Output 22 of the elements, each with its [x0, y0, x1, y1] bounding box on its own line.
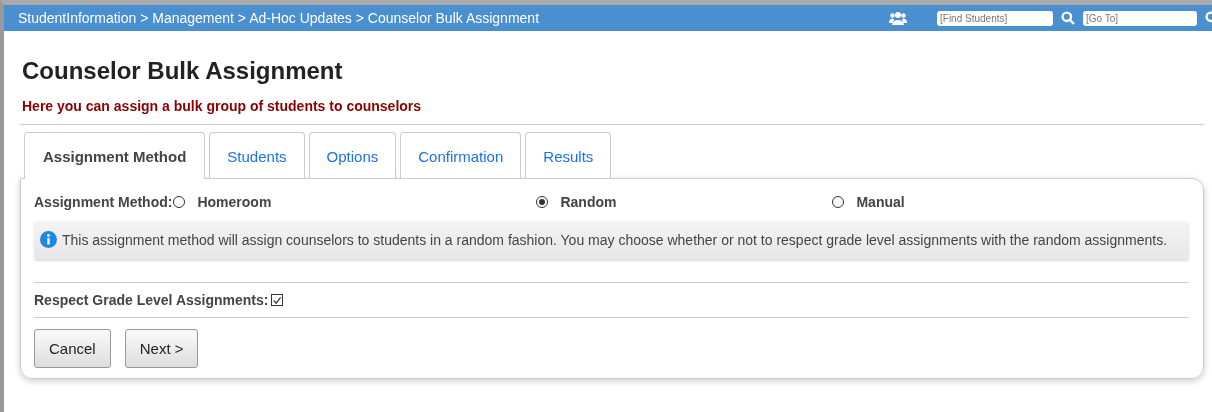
page-title: Counselor Bulk Assignment — [21, 56, 343, 86]
find-students-field[interactable]: [Find Students] — [937, 10, 1053, 26]
tab[interactable]: Confirmation — [400, 132, 522, 178]
info-icon — [40, 231, 57, 248]
search-icon[interactable] — [1061, 11, 1075, 25]
go-to-field[interactable]: [Go To] — [1083, 10, 1197, 26]
radio-label[interactable]: Homeroom — [197, 194, 272, 210]
people-icon[interactable] — [889, 11, 907, 25]
checkbox[interactable] — [271, 294, 284, 306]
info-text: This assignment method will assign counselors to students in a random fashion. You may choose whether or not to respect grade level assignments with the random assignments. — [62, 232, 1168, 248]
tab[interactable]: Students — [209, 132, 305, 178]
search-icon[interactable] — [1205, 11, 1212, 25]
field-label: Respect Grade Level Assignments: — [34, 292, 269, 308]
field-label: Assignment Method: — [34, 194, 173, 210]
next-button[interactable]: Next > — [124, 329, 199, 368]
tab[interactable]: Assignment Method — [24, 132, 206, 179]
cancel-button[interactable]: Cancel — [34, 329, 111, 368]
page-subtitle: Here you can assign a bulk group of students to counselors — [20, 86, 1204, 125]
radio-label[interactable]: Manual — [856, 194, 905, 210]
radio-label[interactable]: Random — [560, 194, 617, 210]
tab[interactable]: Results — [525, 132, 612, 178]
tab[interactable]: Options — [308, 132, 397, 178]
